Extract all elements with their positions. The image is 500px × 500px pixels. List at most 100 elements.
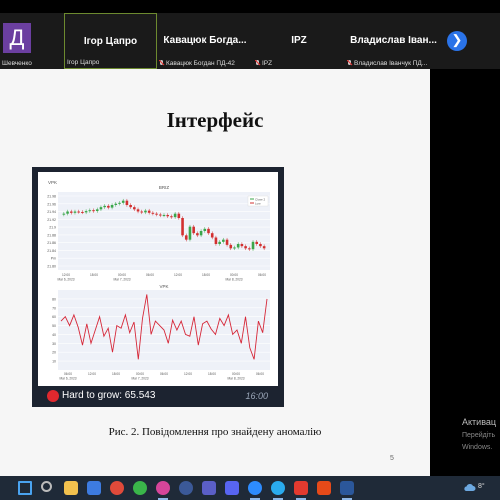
antivirus-icon[interactable] bbox=[317, 481, 331, 495]
participant-label-muted: IPZ bbox=[255, 60, 272, 67]
windows-start-icon[interactable] bbox=[18, 481, 32, 495]
legend-label: Low bbox=[255, 202, 261, 206]
candle bbox=[214, 237, 218, 244]
participant-tile-1[interactable]: Ігор Цапро Ігор Цапро bbox=[64, 13, 157, 69]
candle bbox=[229, 244, 233, 249]
candle bbox=[203, 228, 207, 231]
teams-icon[interactable] bbox=[202, 481, 216, 495]
participant-tile-0[interactable]: Д Шевченко bbox=[0, 13, 64, 69]
candle bbox=[69, 211, 73, 213]
participant-label: Ігор Цапро bbox=[67, 59, 100, 66]
chrome-icon[interactable] bbox=[110, 481, 124, 495]
x-tick-label: Mar 7, 2023 bbox=[113, 278, 130, 282]
candle bbox=[236, 244, 240, 248]
chevron-right-icon: ❯ bbox=[451, 32, 463, 47]
participant-tile-3[interactable]: IPZ IPZ bbox=[253, 13, 345, 69]
anomaly-charts: VPK BRIZ 21.98 21.96 21.94 21.92 21.9 21.88 21.8… bbox=[47, 180, 270, 381]
store-icon[interactable] bbox=[87, 481, 101, 495]
candle bbox=[125, 200, 129, 205]
activation-text: Windows. bbox=[462, 444, 493, 451]
y-tick-label: 10 bbox=[52, 360, 56, 364]
candle bbox=[144, 210, 147, 213]
file-explorer-icon[interactable] bbox=[64, 481, 78, 495]
x-tick-label: 00:00 bbox=[232, 372, 240, 376]
right-panel bbox=[430, 69, 500, 476]
participant-label-muted: Кавацюк Богдан ПД-42 bbox=[159, 60, 235, 67]
x-tick-label: 18:00 bbox=[208, 372, 216, 376]
y-tick-label: 80 bbox=[52, 297, 56, 301]
word-icon[interactable] bbox=[340, 481, 354, 495]
participant-tile-2[interactable]: Кавацюк Богда... Кавацюк Богдан ПД-42 bbox=[157, 13, 253, 69]
chrome-alt-icon[interactable] bbox=[133, 481, 147, 495]
candle bbox=[170, 216, 173, 218]
x-tick-label: 00:00 bbox=[136, 372, 144, 376]
taskbar: 8° bbox=[0, 476, 500, 500]
weather-cloud-icon[interactable] bbox=[463, 482, 476, 492]
candle bbox=[103, 205, 106, 208]
candle bbox=[77, 211, 80, 213]
x-tick-label: 06:00 bbox=[64, 372, 72, 376]
search-icon[interactable] bbox=[41, 481, 52, 492]
candle bbox=[158, 214, 162, 216]
discord-icon[interactable] bbox=[225, 481, 239, 495]
y-tick-label: Pm bbox=[51, 257, 56, 261]
candle bbox=[248, 248, 251, 250]
y-tick-label: 21.94 bbox=[47, 210, 56, 214]
candle bbox=[147, 210, 151, 213]
candle bbox=[173, 213, 177, 218]
participant-tile-4[interactable]: Владислав Іван... Владислав Іванчук ПД..… bbox=[345, 13, 442, 69]
candle bbox=[118, 202, 121, 204]
candle bbox=[136, 209, 140, 212]
x-tick-label: 18:00 bbox=[90, 273, 98, 277]
x-tick-label: 12:00 bbox=[174, 273, 182, 277]
figure-caption: Рис. 2. Повідомлення про знайдену аномал… bbox=[108, 426, 322, 438]
x-tick-label: 00:00 bbox=[230, 273, 238, 277]
line-chart: VPK807060504030201006:00Mar 6, 202312:00… bbox=[52, 284, 270, 381]
chart-corner-label: VPK bbox=[159, 284, 168, 289]
facebook-icon[interactable] bbox=[179, 481, 193, 495]
chart-corner-label: VPK bbox=[48, 180, 57, 185]
candle bbox=[199, 231, 203, 236]
candle bbox=[133, 207, 136, 210]
x-tick-label: 00:00 bbox=[118, 273, 126, 277]
candle bbox=[188, 226, 192, 240]
participant-label: IPZ bbox=[262, 60, 273, 67]
x-tick-label: 12:00 bbox=[184, 372, 192, 376]
zoom-icon[interactable] bbox=[248, 481, 262, 495]
chart-panel: VPK BRIZ 21.98 21.96 21.94 21.92 21.9 21.88 21.8… bbox=[38, 172, 278, 386]
y-tick-label: 20 bbox=[52, 351, 56, 355]
y-tick-label: 21.88 bbox=[47, 233, 56, 237]
candle bbox=[222, 239, 225, 242]
alert-text: Hard to grow: 65.543 bbox=[62, 390, 156, 401]
avatar: Д bbox=[3, 23, 31, 53]
instagram-icon[interactable] bbox=[156, 481, 170, 495]
telegram-icon[interactable] bbox=[271, 481, 285, 495]
participant-name: Ігор Цапро bbox=[83, 36, 138, 47]
candle bbox=[192, 226, 195, 234]
next-participants-button[interactable]: ❯ bbox=[447, 31, 467, 51]
candle bbox=[181, 218, 184, 236]
y-tick-label: 60 bbox=[52, 315, 56, 319]
y-tick-label: 21.9 bbox=[49, 226, 56, 230]
candle bbox=[162, 214, 166, 216]
candle bbox=[121, 200, 125, 203]
candle bbox=[62, 213, 66, 215]
candle bbox=[244, 246, 247, 249]
participant-strip: Д Шевченко Ігор Цапро Ігор Цапро Кавацюк… bbox=[0, 13, 500, 69]
activation-text: Перейдіть bbox=[462, 432, 496, 439]
pdf-reader-icon[interactable] bbox=[294, 481, 308, 495]
candle bbox=[259, 244, 262, 247]
candle bbox=[92, 210, 95, 212]
y-tick-label: 30 bbox=[52, 342, 56, 346]
x-tick-label: 18:00 bbox=[112, 372, 120, 376]
x-tick-label: 12:00 bbox=[62, 273, 70, 277]
candle bbox=[210, 233, 214, 238]
red-circle-icon bbox=[47, 390, 59, 402]
candle bbox=[114, 203, 118, 205]
x-tick-label: Mar 6, 2023 bbox=[57, 278, 74, 282]
participant-label: Кавацюк Богдан ПД-42 bbox=[166, 60, 235, 67]
mic-muted-icon bbox=[159, 60, 164, 66]
candle bbox=[99, 207, 103, 210]
temperature: 8° bbox=[478, 483, 485, 490]
x-tick-label: 06:00 bbox=[256, 372, 264, 376]
